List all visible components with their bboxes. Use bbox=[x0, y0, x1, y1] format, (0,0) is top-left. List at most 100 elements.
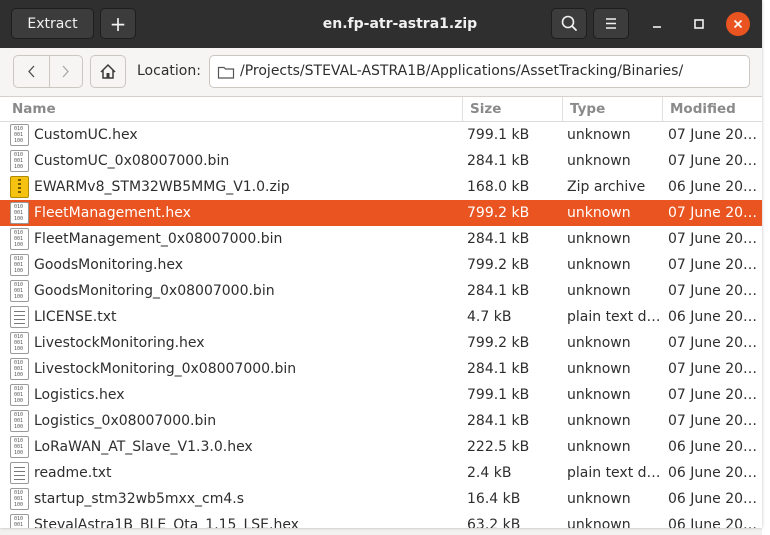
extract-button[interactable]: Extract bbox=[11, 8, 94, 39]
file-size: 799.2 kB bbox=[467, 257, 530, 273]
file-row[interactable]: 010 001 100 GoodsMonitoring.hex 799.2 kB unkn… bbox=[0, 252, 762, 278]
home-icon bbox=[100, 63, 116, 79]
file-size: 168.0 kB bbox=[467, 179, 530, 195]
maximize-button[interactable] bbox=[687, 12, 711, 36]
file-row[interactable]: 010 001 100 Logistics_0x08007000.bin 284.1 k… bbox=[0, 408, 762, 434]
file-row[interactable]: 010 001 100 FleetManagement.hex 799.2 kB unkn… bbox=[0, 200, 762, 226]
file-name: readme.txt bbox=[34, 465, 112, 481]
file-size: 799.1 kB bbox=[467, 127, 530, 143]
close-icon bbox=[733, 19, 743, 29]
minimize-icon bbox=[653, 26, 661, 28]
file-type: Zip archive bbox=[567, 179, 646, 195]
file-type: unknown bbox=[567, 491, 631, 507]
file-row[interactable]: 010 001 100 FleetManagement_0x08007000.bin 2… bbox=[0, 226, 762, 252]
file-name: FleetManagement_0x08007000.bin bbox=[34, 231, 283, 247]
file-name: EWARMv8_STM32WB5MMG_V1.0.zip bbox=[34, 179, 290, 195]
file-type: unknown bbox=[567, 231, 631, 247]
file-type: plain text document bbox=[567, 309, 663, 325]
file-name: Logistics_0x08007000.bin bbox=[34, 413, 217, 429]
binary-file-icon: 010001100 bbox=[10, 436, 29, 458]
file-row[interactable]: 010 001 100 LivestockMonitoring.hex 799.2 kB… bbox=[0, 330, 762, 356]
text-file-icon bbox=[10, 306, 29, 328]
file-size: 16.4 kB bbox=[467, 491, 521, 507]
file-size: 284.1 kB bbox=[467, 413, 530, 429]
file-modified: 07 June 2022, 17:00 bbox=[668, 413, 760, 429]
file-row[interactable]: 010 001 100 LoRaWAN_AT_Slave_V1.3.0.hex 222.… bbox=[0, 434, 762, 460]
location-path-field[interactable]: /Projects/STEVAL-ASTRA1B/Applications/As… bbox=[209, 55, 750, 88]
close-button[interactable] bbox=[726, 12, 750, 36]
archive-manager-window: Extract + en.fp-atr-astra1.zip Location:… bbox=[0, 0, 762, 528]
file-row[interactable]: 010 001 100 Logistics.hex 799.1 kB unknown 07 … bbox=[0, 382, 762, 408]
file-type: unknown bbox=[567, 153, 631, 169]
add-files-button[interactable]: + bbox=[100, 8, 136, 39]
file-list[interactable]: 010 001 100 CustomUC.hex 799.1 kB unknown 07 J… bbox=[0, 122, 762, 528]
file-row[interactable]: 010 001 100 LivestockMonitoring_0x08007000.… bbox=[0, 356, 762, 382]
file-modified: 07 June 2022, 17:00 bbox=[668, 231, 760, 247]
file-row[interactable]: readme.txt 2.4 kB plain text document 06 Ju… bbox=[0, 460, 762, 486]
forward-button[interactable] bbox=[49, 56, 83, 87]
file-row[interactable]: 010 001 100 GoodsMonitoring_0x08007000.bin 2… bbox=[0, 278, 762, 304]
zip-archive-icon bbox=[10, 176, 29, 198]
file-modified: 06 June 2022, 17:00 bbox=[668, 309, 760, 325]
back-button[interactable] bbox=[14, 56, 50, 87]
binary-file-icon: 010001100 bbox=[10, 254, 29, 276]
file-size: 284.1 kB bbox=[467, 283, 530, 299]
home-button[interactable] bbox=[90, 55, 126, 88]
file-name: GoodsMonitoring.hex bbox=[34, 257, 184, 273]
search-icon bbox=[561, 15, 577, 31]
file-type: unknown bbox=[567, 335, 631, 351]
file-name: StevalAstra1B_BLE_Ota_1.15_LSE.hex bbox=[34, 517, 299, 528]
maximize-icon bbox=[694, 19, 704, 29]
file-modified: 06 June 2022, 17:00 bbox=[668, 491, 760, 507]
file-type: unknown bbox=[567, 361, 631, 377]
file-name: FleetManagement.hex bbox=[34, 205, 191, 221]
file-row[interactable]: 010001100 StevalAstra1B_BLE_Ota_1.15_LSE.… bbox=[0, 512, 762, 528]
column-header-type[interactable]: Type bbox=[562, 97, 662, 121]
file-size: 2.4 kB bbox=[467, 465, 512, 481]
binary-file-icon: 010001100 bbox=[10, 202, 29, 224]
file-row[interactable]: EWARMv8_STM32WB5MMG_V1.0.zip 168.0 kB Zip … bbox=[0, 174, 762, 200]
search-button[interactable] bbox=[551, 8, 587, 39]
file-type: unknown bbox=[567, 127, 631, 143]
file-modified: 07 June 2022, 17:00 bbox=[668, 361, 760, 377]
binary-file-icon: 010001100 bbox=[10, 280, 29, 302]
column-header-size[interactable]: Size bbox=[462, 97, 562, 121]
file-row[interactable]: 010 001 100 startup_stm32wb5mxx_cm4.s 16.4 k… bbox=[0, 486, 762, 512]
file-name: CustomUC.hex bbox=[34, 127, 138, 143]
file-name: LivestockMonitoring_0x08007000.bin bbox=[34, 361, 297, 377]
location-label: Location: bbox=[137, 63, 201, 79]
binary-file-icon: 010001100 bbox=[10, 358, 29, 380]
file-row[interactable]: LICENSE.txt 4.7 kB plain text document 06 J… bbox=[0, 304, 762, 330]
file-type: unknown bbox=[567, 205, 631, 221]
column-header-name[interactable]: Name bbox=[5, 97, 462, 121]
file-modified: 06 June 2022, 17:00 bbox=[668, 517, 760, 528]
navigation-buttons bbox=[13, 55, 83, 88]
file-name: LivestockMonitoring.hex bbox=[34, 335, 205, 351]
column-header-modified[interactable]: Modified bbox=[662, 97, 762, 121]
file-name: LoRaWAN_AT_Slave_V1.3.0.hex bbox=[34, 439, 253, 455]
folder-icon bbox=[217, 66, 235, 79]
binary-file-icon: 010001100 bbox=[10, 410, 29, 432]
file-name: LICENSE.txt bbox=[34, 309, 117, 325]
binary-file-icon: 010001100 bbox=[10, 124, 29, 146]
location-bar: Location: /Projects/STEVAL-ASTRA1B/Appli… bbox=[0, 48, 762, 97]
file-row[interactable]: 010 001 100 CustomUC.hex 799.1 kB unknown 07 J… bbox=[0, 122, 762, 148]
binary-file-icon: 010001100 bbox=[10, 228, 29, 250]
file-name: GoodsMonitoring_0x08007000.bin bbox=[34, 283, 275, 299]
file-modified: 07 June 2022, 17:00 bbox=[668, 283, 760, 299]
file-row[interactable]: 010 001 100 CustomUC_0x08007000.bin 284.1 kB… bbox=[0, 148, 762, 174]
file-type: unknown bbox=[567, 387, 631, 403]
binary-file-icon: 010001100 bbox=[10, 150, 29, 172]
file-modified: 06 June 2022, 17:00 bbox=[668, 465, 760, 481]
binary-file-icon: 010001100 bbox=[10, 332, 29, 354]
file-type: unknown bbox=[567, 439, 631, 455]
file-modified: 07 June 2022, 17:00 bbox=[668, 127, 760, 143]
minimize-button[interactable] bbox=[645, 12, 669, 36]
file-size: 799.1 kB bbox=[467, 387, 530, 403]
file-type: unknown bbox=[567, 413, 631, 429]
file-size: 284.1 kB bbox=[467, 153, 530, 169]
main-menu-button[interactable] bbox=[593, 8, 629, 39]
file-size: 799.2 kB bbox=[467, 205, 530, 221]
binary-file-icon: 010001100 bbox=[10, 514, 29, 528]
hamburger-menu-icon bbox=[606, 18, 616, 29]
